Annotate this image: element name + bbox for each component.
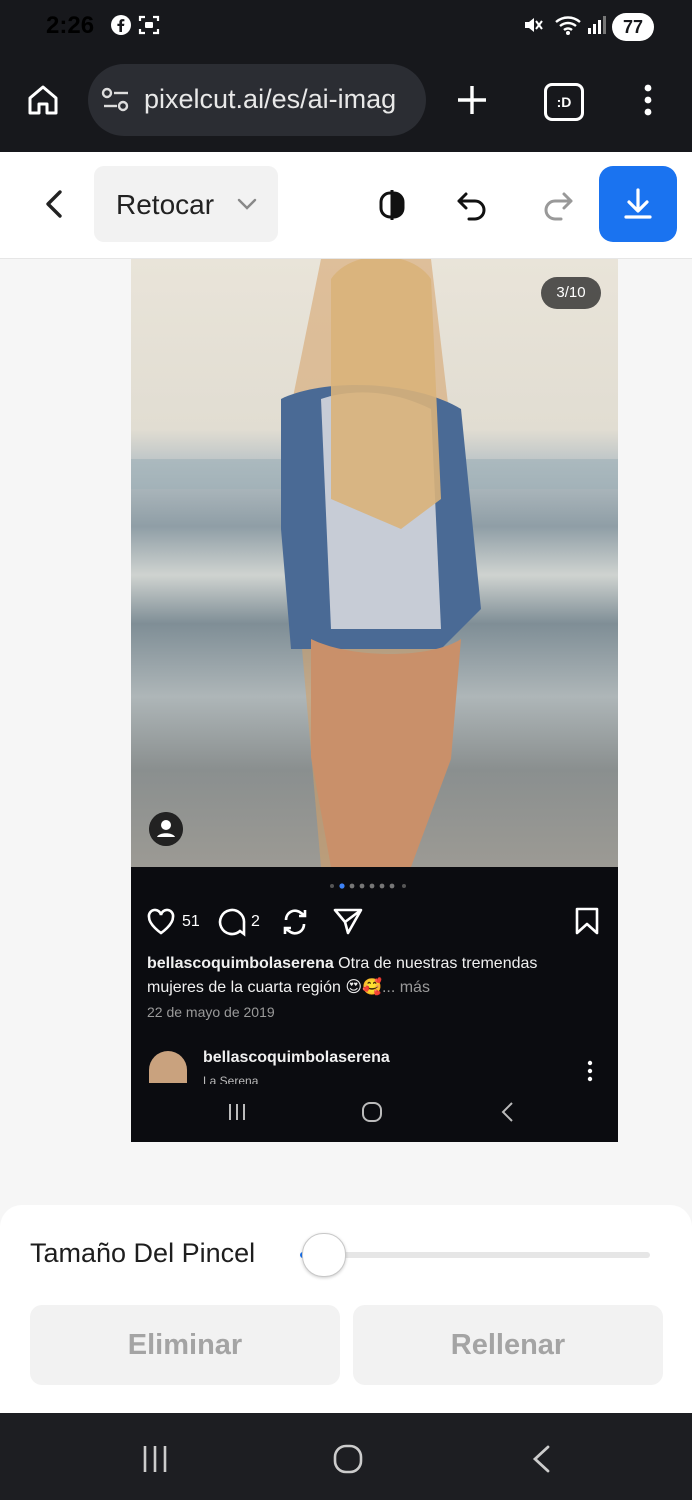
signal-icon bbox=[588, 16, 606, 34]
site-settings-icon[interactable] bbox=[100, 86, 132, 114]
post-caption: bellascoquimbolaserena Otra de nuestras … bbox=[147, 952, 597, 1000]
menu-icon[interactable] bbox=[638, 82, 658, 118]
mode-label: Retocar bbox=[116, 189, 215, 220]
comment-avatar bbox=[149, 1051, 187, 1083]
comment-username: bellascoquimbolaserena bbox=[203, 1049, 390, 1066]
heart-icon bbox=[147, 908, 175, 935]
carousel-dots bbox=[330, 883, 406, 889]
post-date: 22 de mayo de 2019 bbox=[147, 1004, 275, 1020]
more-options-icon bbox=[587, 1060, 593, 1082]
system-back-icon[interactable] bbox=[528, 1443, 556, 1475]
system-home-icon[interactable] bbox=[332, 1443, 364, 1475]
facebook-icon bbox=[111, 15, 131, 35]
comment-count: 2 bbox=[251, 913, 260, 930]
caption-more: ... más bbox=[381, 979, 430, 996]
comment-icon bbox=[218, 908, 246, 937]
url-text[interactable]: pixelcut.ai/es/ai-imag bbox=[144, 84, 416, 115]
new-tab-icon[interactable] bbox=[454, 82, 490, 118]
home-icon[interactable] bbox=[26, 83, 60, 117]
compare-icon[interactable] bbox=[376, 188, 408, 222]
repost-icon bbox=[283, 909, 307, 935]
screenshot-icon bbox=[138, 15, 160, 35]
brush-size-track[interactable] bbox=[300, 1252, 650, 1258]
brush-size-label: Tamaño Del Pincel bbox=[30, 1238, 256, 1268]
wifi-icon bbox=[555, 16, 581, 35]
fill-button[interactable]: Rellenar bbox=[353, 1305, 663, 1385]
battery-indicator: 77 bbox=[612, 13, 654, 41]
caption-username: bellascoquimbolaserena bbox=[147, 955, 334, 972]
download-icon bbox=[624, 188, 652, 219]
chevron-down-icon bbox=[237, 198, 257, 210]
share-icon bbox=[333, 908, 363, 935]
undo-icon[interactable] bbox=[454, 188, 490, 222]
redo-icon[interactable] bbox=[540, 188, 576, 222]
recents-icon bbox=[229, 1104, 245, 1120]
comment-location: La Serena bbox=[203, 1074, 259, 1084]
bookmark-icon bbox=[575, 907, 599, 935]
back-icon[interactable] bbox=[40, 188, 70, 220]
status-time: 2:26 bbox=[46, 12, 95, 39]
subject-figure bbox=[281, 259, 481, 867]
photo-counter: 3/10 bbox=[541, 277, 601, 309]
tab-switcher-icon[interactable]: :D bbox=[544, 83, 584, 121]
mute-icon bbox=[525, 18, 543, 32]
home-button-icon bbox=[362, 1102, 382, 1122]
like-count: 51 bbox=[182, 913, 200, 930]
back-nav-icon bbox=[501, 1102, 513, 1122]
system-recents-icon[interactable] bbox=[140, 1444, 170, 1474]
brush-size-slider[interactable] bbox=[302, 1233, 346, 1277]
user-tag-icon bbox=[149, 812, 183, 846]
editable-photo[interactable] bbox=[131, 259, 618, 867]
erase-button[interactable]: Eliminar bbox=[30, 1305, 340, 1385]
